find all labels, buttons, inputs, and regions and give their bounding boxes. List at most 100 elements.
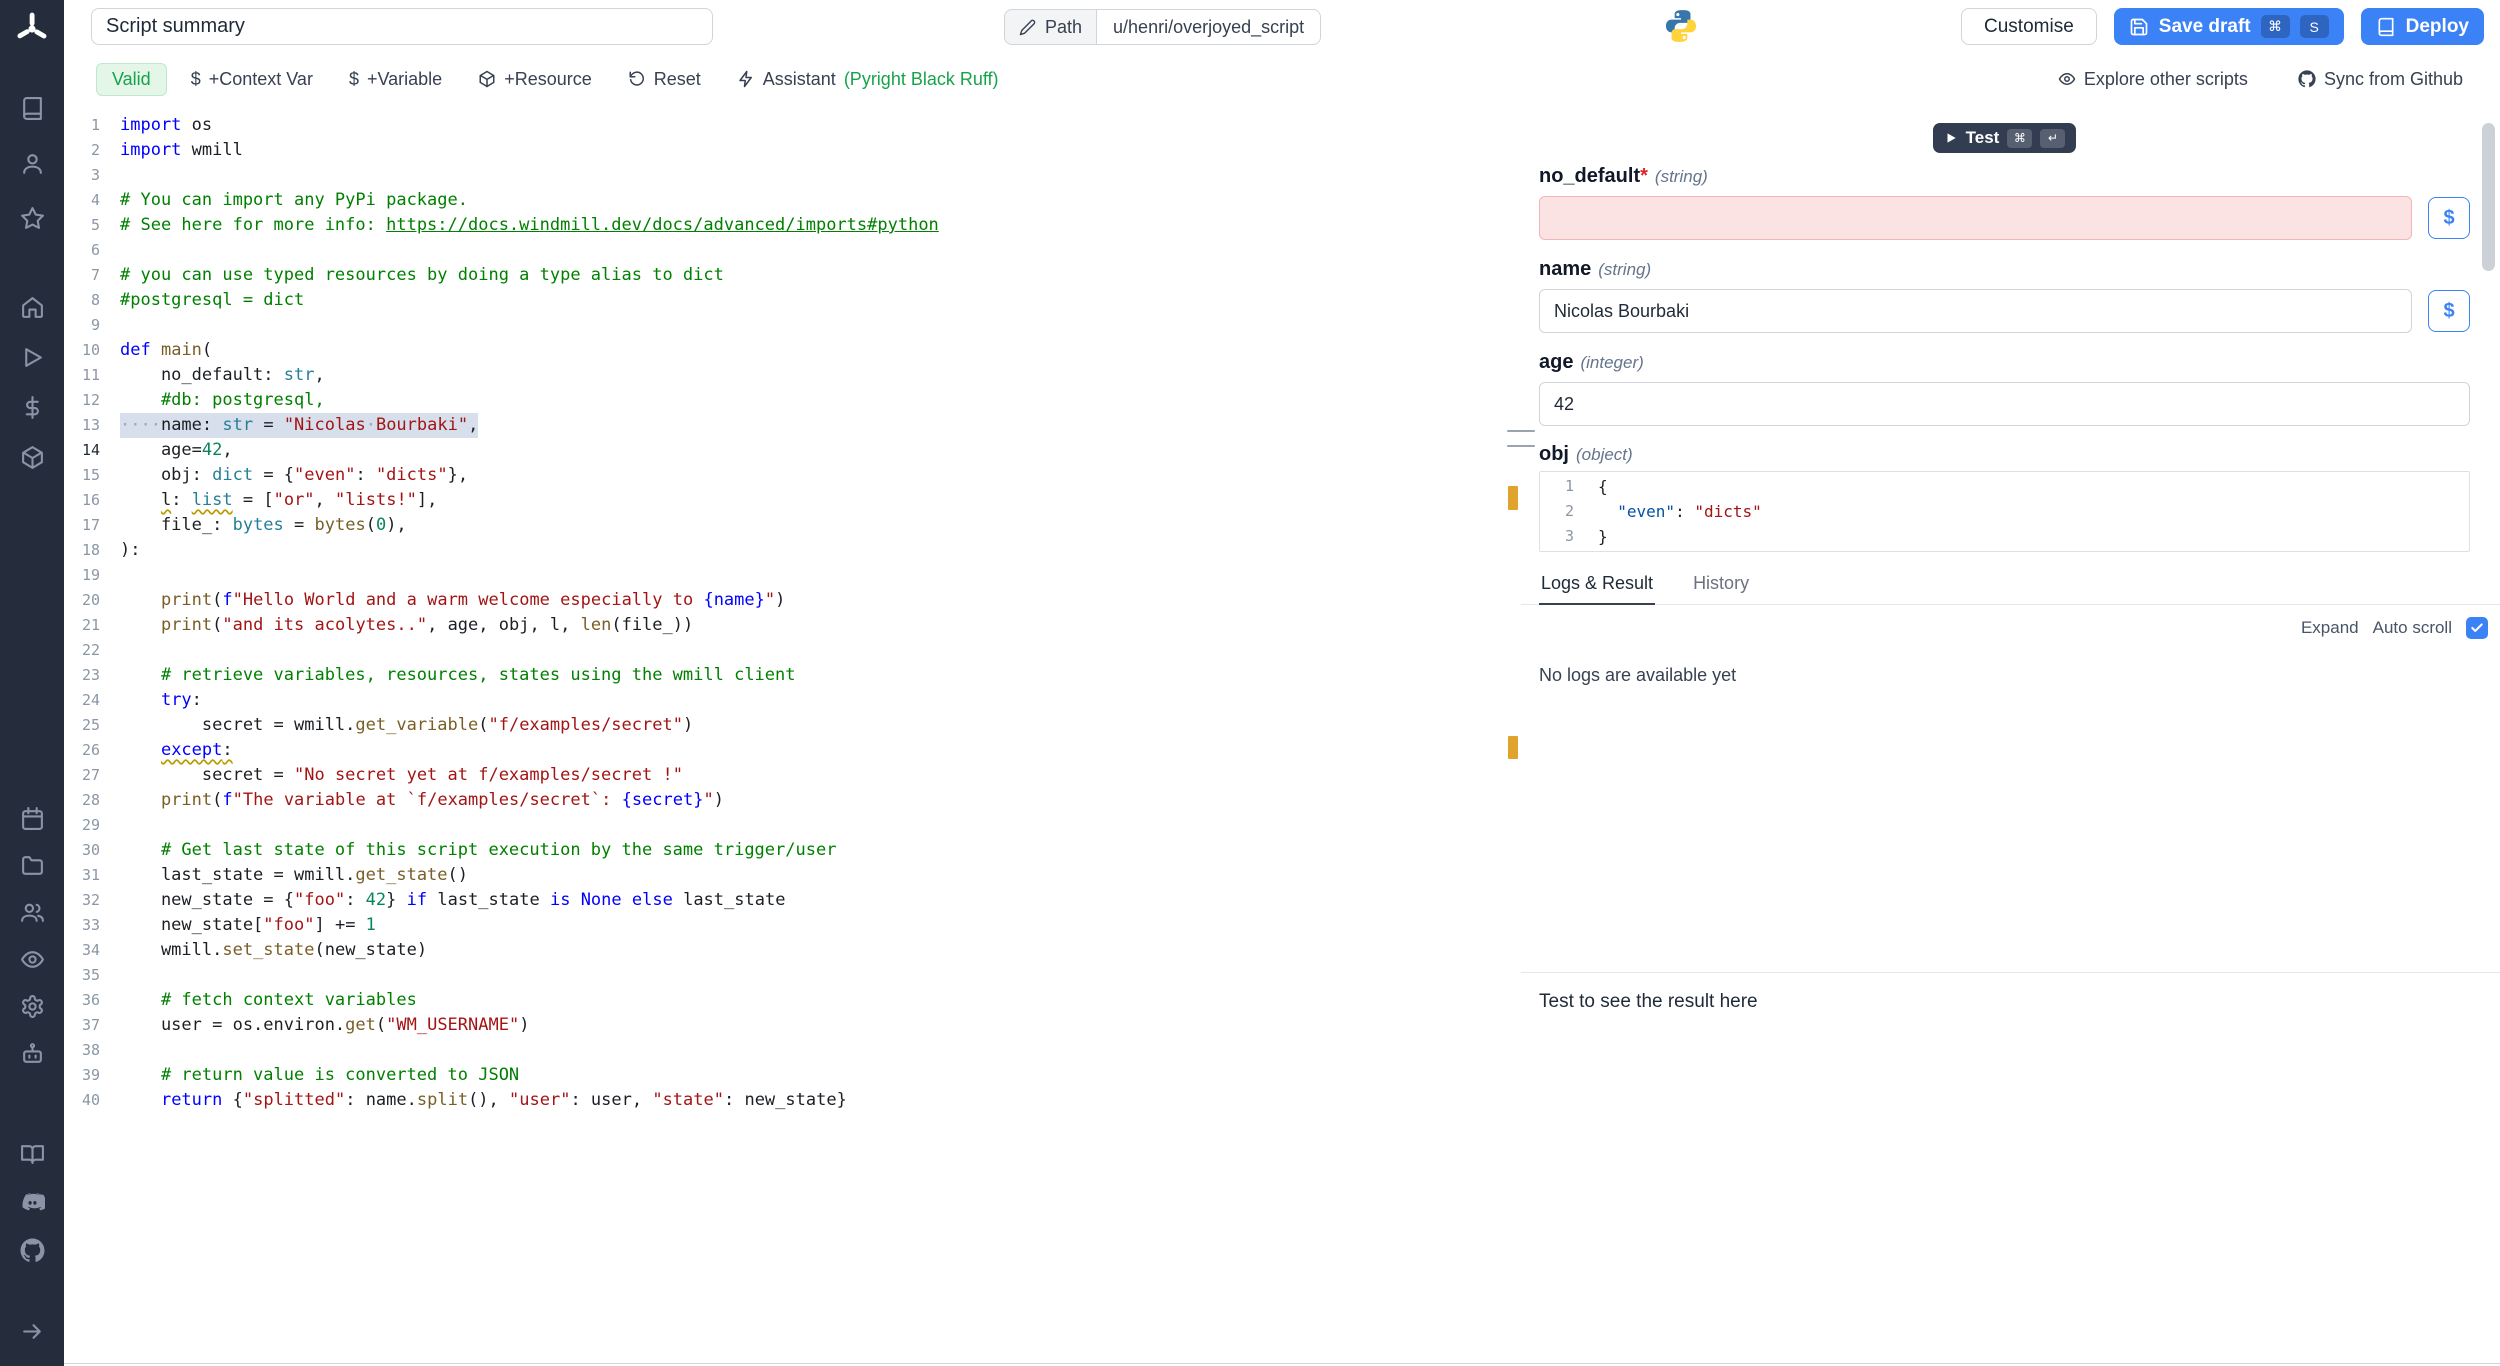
assistant-engines: (Pyright Black Ruff) [844,69,999,90]
windmill-logo[interactable] [0,10,64,48]
validity-badge: Valid [96,63,167,96]
star-icon[interactable] [0,191,64,246]
save-draft-label: Save draft [2159,16,2251,38]
field-type: (string) [1655,164,1708,190]
dollar-icon[interactable] [0,382,64,432]
test-button[interactable]: Test ⌘ ↵ [1933,123,2077,153]
no-default-input[interactable] [1539,196,2412,240]
kbd-enter: ↵ [2040,129,2065,148]
sync-github-button[interactable]: Sync from Github [2286,69,2475,90]
field-type: (string) [1598,257,1651,283]
field-label-obj: obj (object) [1539,441,2470,468]
age-input[interactable] [1539,382,2470,426]
insert-variable-button[interactable]: $ [2428,197,2470,239]
field-type: (object) [1576,442,1633,468]
box-icon[interactable] [0,432,64,482]
field-label-no-default: no_default* (string) [1539,163,2470,190]
kbd-s: S [2300,15,2329,38]
field-type: (integer) [1580,350,1643,376]
explore-scripts-label: Explore other scripts [2084,69,2248,90]
bot-icon[interactable] [0,1030,64,1077]
reset-label: Reset [654,69,701,90]
pencil-icon [1019,19,1036,36]
preview-scrollbar[interactable] [2482,123,2495,271]
add-variable-label: +Variable [367,69,442,90]
autoscroll-label: Auto scroll [2373,618,2452,638]
script-summary-input[interactable] [91,8,713,45]
assistant-label: Assistant [763,69,836,90]
name-input[interactable] [1539,289,2412,333]
bottom-divider [64,1363,2500,1364]
play-icon [1944,131,1958,145]
calendar-icon[interactable] [0,795,64,842]
sync-github-label: Sync from Github [2324,69,2463,90]
package-icon [478,70,496,88]
field-label-age: age (integer) [1539,349,2470,376]
editor-toolbar: Valid $ +Context Var $ +Variable +Resour… [64,53,2500,106]
path-button[interactable]: Path [1004,9,1097,45]
deploy-button[interactable]: Deploy [2361,8,2484,45]
user-icon[interactable] [0,136,64,191]
sidebar-group-top [0,81,64,246]
book-icon[interactable] [0,81,64,136]
gear-icon[interactable] [0,983,64,1030]
discord-icon[interactable] [0,1178,64,1226]
sidebar-group-help [0,1130,64,1274]
sidebar-group-admin [0,795,64,1077]
zap-icon [737,70,755,88]
preview-form: Test ⌘ ↵ no_default* (string) $ name (st… [1521,123,2500,552]
kbd-cmd: ⌘ [2007,129,2032,148]
add-context-var-button[interactable]: $ +Context Var [179,69,325,90]
warning-ruler-marker [1508,486,1518,510]
required-asterisk: * [1640,165,1648,187]
explore-scripts-button[interactable]: Explore other scripts [2046,69,2260,90]
path-group: Path u/henri/overjoyed_script [1004,9,1321,45]
save-draft-button[interactable]: Save draft ⌘ S [2114,8,2344,45]
sidebar [0,0,64,1366]
add-context-var-label: +Context Var [209,69,313,90]
sidebar-group-nav [0,282,64,482]
play-icon[interactable] [0,332,64,382]
preview-tabs: Logs & Result History [1521,566,2500,605]
customise-button[interactable]: Customise [1961,8,2097,45]
logs-header: Expand Auto scroll [1521,605,2500,639]
reset-button[interactable]: Reset [616,69,713,90]
assistant-button[interactable]: Assistant (Pyright Black Ruff) [725,69,1011,90]
github-icon[interactable] [0,1226,64,1274]
insert-variable-button[interactable]: $ [2428,290,2470,332]
expand-link[interactable]: Expand [2301,618,2359,638]
result-section: Test to see the result here [1521,972,2500,1363]
add-variable-button[interactable]: $ +Variable [337,69,454,90]
panel-resize-handle[interactable] [1507,430,1535,447]
eye-icon[interactable] [0,936,64,983]
reset-icon [628,70,646,88]
users-icon[interactable] [0,889,64,936]
topbar-actions: Customise Save draft ⌘ S Deploy [1961,8,2484,45]
customise-label: Customise [1984,16,2074,38]
tab-logs-result[interactable]: Logs & Result [1539,566,1655,605]
folder-icon[interactable] [0,842,64,889]
toolbar-right: Explore other scripts Sync from Github [2034,69,2475,90]
arrow-right-icon[interactable] [0,1307,64,1355]
github-icon [2298,70,2316,88]
code-editor[interactable]: 1import os2import wmill34# You can impor… [64,105,1522,1363]
result-placeholder: Test to see the result here [1521,973,2500,1013]
code-lines: 1import os2import wmill34# You can impor… [64,105,1521,1113]
book-open-icon[interactable] [0,1130,64,1178]
home-icon[interactable] [0,282,64,332]
add-resource-button[interactable]: +Resource [466,69,604,90]
path-button-label: Path [1045,17,1082,38]
windmill-script-editor: Path u/henri/overjoyed_script Customise … [0,0,2500,1366]
python-language-icon [1662,7,1700,45]
tab-history[interactable]: History [1691,566,1751,604]
script-path[interactable]: u/henri/overjoyed_script [1097,9,1321,45]
obj-json-editor[interactable]: 1{2 "even": "dicts"3} [1539,471,2470,552]
kbd-cmd: ⌘ [2261,15,2290,38]
autoscroll-checkbox[interactable] [2466,617,2488,639]
book-icon [2376,17,2396,37]
add-resource-label: +Resource [504,69,592,90]
warning-ruler-marker [1508,736,1518,759]
field-label-name: name (string) [1539,256,2470,283]
preview-panel: Test ⌘ ↵ no_default* (string) $ name (st… [1521,105,2500,1363]
test-label: Test [1966,128,2000,148]
